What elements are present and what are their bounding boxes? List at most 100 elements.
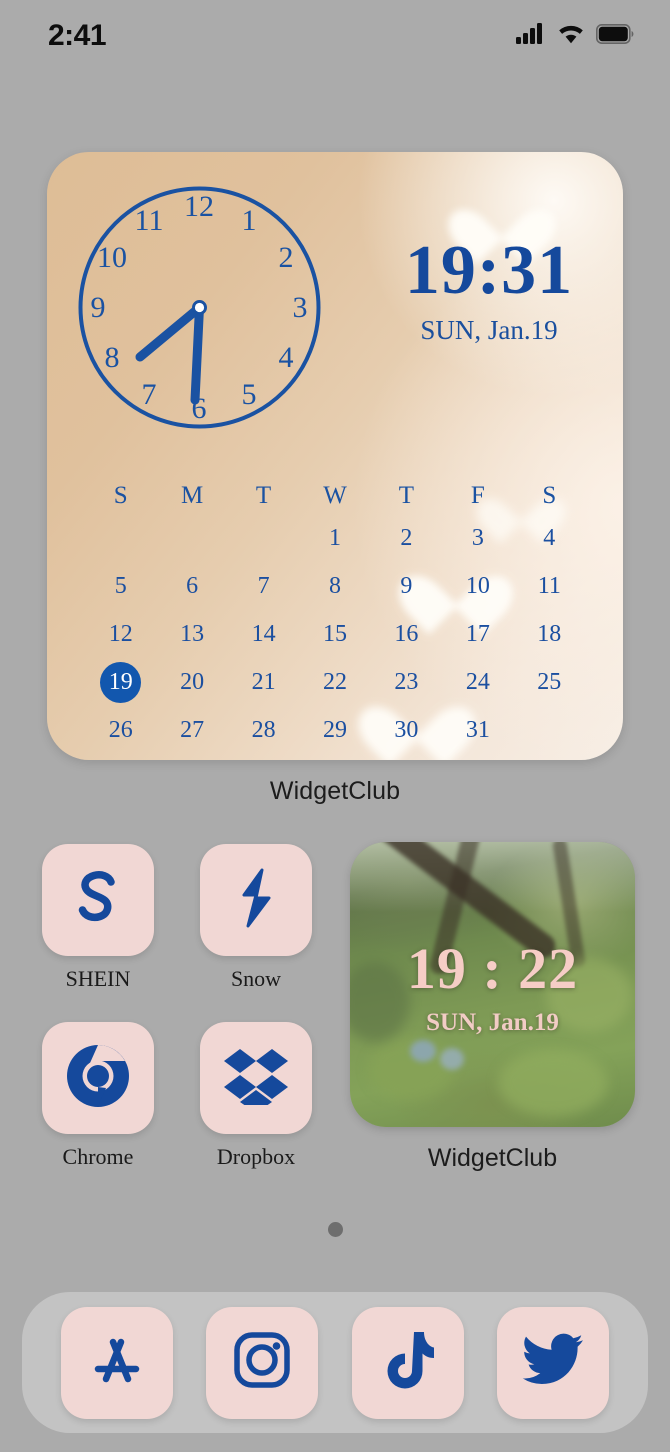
photo-widget-time: 19 : 22	[406, 936, 579, 1001]
app-label-chrome: Chrome	[62, 1144, 134, 1169]
app-icon-chrome[interactable]: Chrome	[33, 1022, 163, 1168]
calendar-weekday-5: F	[470, 482, 485, 509]
calendar-day: 6	[186, 573, 199, 599]
calendar-day: 23	[394, 669, 419, 695]
app-label-shein: SHEIN	[65, 966, 131, 991]
clock-widget-label: WidgetClub	[269, 777, 401, 805]
digital-clock-date: SUN, Jan.19	[420, 315, 558, 345]
wifi-icon	[557, 23, 585, 49]
calendar-day: 3	[471, 525, 484, 551]
app-icon-snow[interactable]: Snow	[191, 844, 321, 990]
calendar-day: 17	[465, 621, 490, 647]
calendar-day-today: 19	[85, 662, 156, 703]
app-tile-snow[interactable]	[200, 844, 312, 956]
calendar-day: 18	[537, 621, 562, 647]
calendar-day: 29	[322, 717, 347, 743]
calendar-weekday-1: M	[181, 482, 204, 509]
calendar-day: 28	[251, 717, 276, 743]
calendar-day: 26	[108, 717, 133, 743]
clock-number-11: 11	[134, 204, 164, 237]
dropbox-icon	[223, 1047, 289, 1113]
calendar-days-grid: 1 2 3 4 5 6 7 8 9 10 11 12 13 14 15 16 17 18 19 20 21 22 23 24 2…	[85, 518, 585, 751]
calendar-day: 21	[251, 669, 276, 695]
clock-number-4: 4	[278, 341, 294, 374]
digital-clock-time: 19:31	[404, 232, 574, 309]
clock-number-5: 5	[241, 378, 257, 411]
calendar-weekday-3: W	[323, 482, 347, 509]
photo-widget[interactable]: 19 : 22 SUN, Jan.19	[350, 842, 635, 1127]
clock-number-3: 3	[292, 291, 308, 324]
dock-icon-instagram[interactable]	[206, 1306, 319, 1419]
calendar-day: 8	[328, 573, 341, 599]
app-tile-shein[interactable]	[42, 844, 154, 956]
instagram-icon	[233, 1331, 291, 1394]
calendar-weekday-6: S	[542, 482, 557, 509]
dock-icon-twitter[interactable]	[497, 1306, 610, 1419]
calendar-day: 10	[465, 573, 490, 599]
photo-flower	[440, 1048, 464, 1070]
chrome-icon	[64, 1042, 132, 1115]
status-bar-indicators	[516, 23, 634, 49]
clock-number-9: 9	[90, 291, 106, 324]
app-store-icon	[88, 1331, 146, 1394]
battery-full-icon	[596, 23, 634, 49]
tiktok-icon	[381, 1330, 435, 1395]
clock-number-6: 6	[191, 392, 207, 425]
shein-s-icon	[76, 869, 120, 932]
calendar-day: 14	[251, 621, 276, 647]
calendar-weekday-header-row: SMTWTFS	[85, 474, 585, 518]
calendar-day: 7	[257, 573, 270, 599]
calendar-day: 11	[537, 573, 561, 599]
page-indicator[interactable]	[0, 1222, 670, 1237]
page-dot-1[interactable]	[327, 1222, 343, 1237]
dock	[22, 1292, 648, 1433]
photo-flower	[410, 1040, 436, 1062]
calendar-weekday-2: T	[255, 482, 272, 509]
clock-number-10: 10	[97, 241, 127, 274]
calendar-day: 22	[322, 669, 347, 695]
calendar-day: 30	[394, 717, 419, 743]
calendar-day: 27	[180, 717, 205, 743]
calendar-weekday-0: S	[113, 482, 128, 509]
calendar-day: 4	[543, 525, 556, 551]
calendar-day: 9	[400, 573, 413, 599]
photo-widget-label: WidgetClub	[427, 1144, 558, 1172]
photo-widget-container[interactable]: 19 : 22 SUN, Jan.19 WidgetClub	[350, 842, 635, 1173]
cellular-signal-icon	[516, 23, 546, 49]
calendar-day: 20	[180, 669, 205, 695]
calendar-day: 1	[328, 525, 341, 551]
calendar-day: 5	[114, 573, 127, 599]
calendar-day: 2	[400, 525, 413, 551]
app-icon-dropbox[interactable]: Dropbox	[191, 1022, 321, 1168]
status-bar: 2:41	[0, 0, 670, 72]
dock-icon-app-store[interactable]	[60, 1306, 173, 1419]
clock-calendar-widget[interactable]: 12 1 2 3 4 5 6 7 8 9 10 11 19:31 SUN, Ja…	[47, 152, 623, 760]
app-label-snow: Snow	[230, 966, 282, 991]
calendar-month-view: SMTWTFS 1 2 3 4 5 6 7 8 9 10 11 12 13 14 15 16 17 18 19 20 2…	[85, 474, 585, 751]
calendar-day: 13	[180, 621, 205, 647]
photo-widget-date: SUN, Jan.19	[426, 1009, 559, 1036]
calendar-day: 25	[537, 669, 562, 695]
digital-clock: 19:31 SUN, Jan.19	[369, 236, 609, 344]
app-tile-dropbox[interactable]	[200, 1022, 312, 1134]
calendar-day: 31	[465, 717, 490, 743]
analog-clock: 12 1 2 3 4 5 6 7 8 9 10 11	[77, 185, 322, 430]
clock-hour-hand	[135, 303, 204, 362]
clock-number-8: 8	[104, 341, 120, 374]
clock-number-1: 1	[241, 204, 257, 237]
calendar-day: 24	[465, 669, 490, 695]
clock-calendar-widget-container[interactable]: 12 1 2 3 4 5 6 7 8 9 10 11 19:31 SUN, Ja…	[47, 152, 623, 806]
app-label-dropbox: Dropbox	[216, 1144, 296, 1169]
calendar-weekday-4: T	[398, 482, 415, 509]
photo-foliage	[498, 1050, 608, 1116]
clock-number-2: 2	[278, 241, 294, 274]
app-tile-chrome[interactable]	[42, 1022, 154, 1134]
app-icon-shein[interactable]: SHEIN	[33, 844, 163, 990]
snow-lightning-bolt-icon	[234, 868, 278, 933]
clock-number-12: 12	[184, 190, 214, 223]
calendar-day: 15	[322, 621, 347, 647]
clock-minute-hand	[190, 303, 204, 405]
dock-icon-tiktok[interactable]	[351, 1306, 464, 1419]
status-bar-time: 2:41	[48, 19, 107, 52]
calendar-day: 16	[394, 621, 419, 647]
